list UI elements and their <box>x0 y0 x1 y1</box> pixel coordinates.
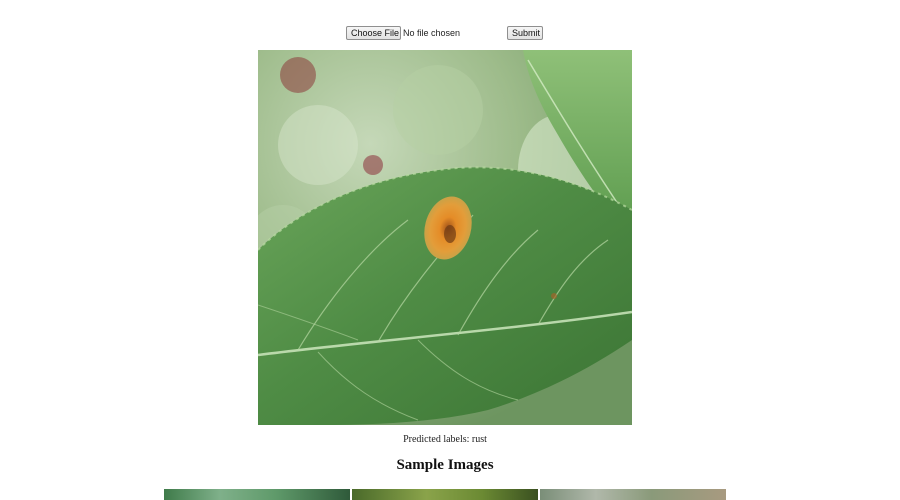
sample-image[interactable] <box>352 489 538 500</box>
sample-image[interactable] <box>540 489 726 500</box>
choose-file-button[interactable]: Choose File <box>346 26 401 40</box>
sample-images-row <box>164 489 728 500</box>
submit-button[interactable]: Submit <box>507 26 543 40</box>
upload-form: Choose File No file chosen Submit <box>346 26 546 41</box>
prediction-text: Predicted labels: rust <box>403 434 487 445</box>
file-status-text: No file chosen <box>403 28 461 38</box>
sample-image[interactable] <box>164 489 350 500</box>
leaf-photo <box>258 50 632 425</box>
page: Choose File No file chosen Submit Predic… <box>0 0 900 500</box>
sample-images-heading: Sample Images <box>396 457 494 473</box>
